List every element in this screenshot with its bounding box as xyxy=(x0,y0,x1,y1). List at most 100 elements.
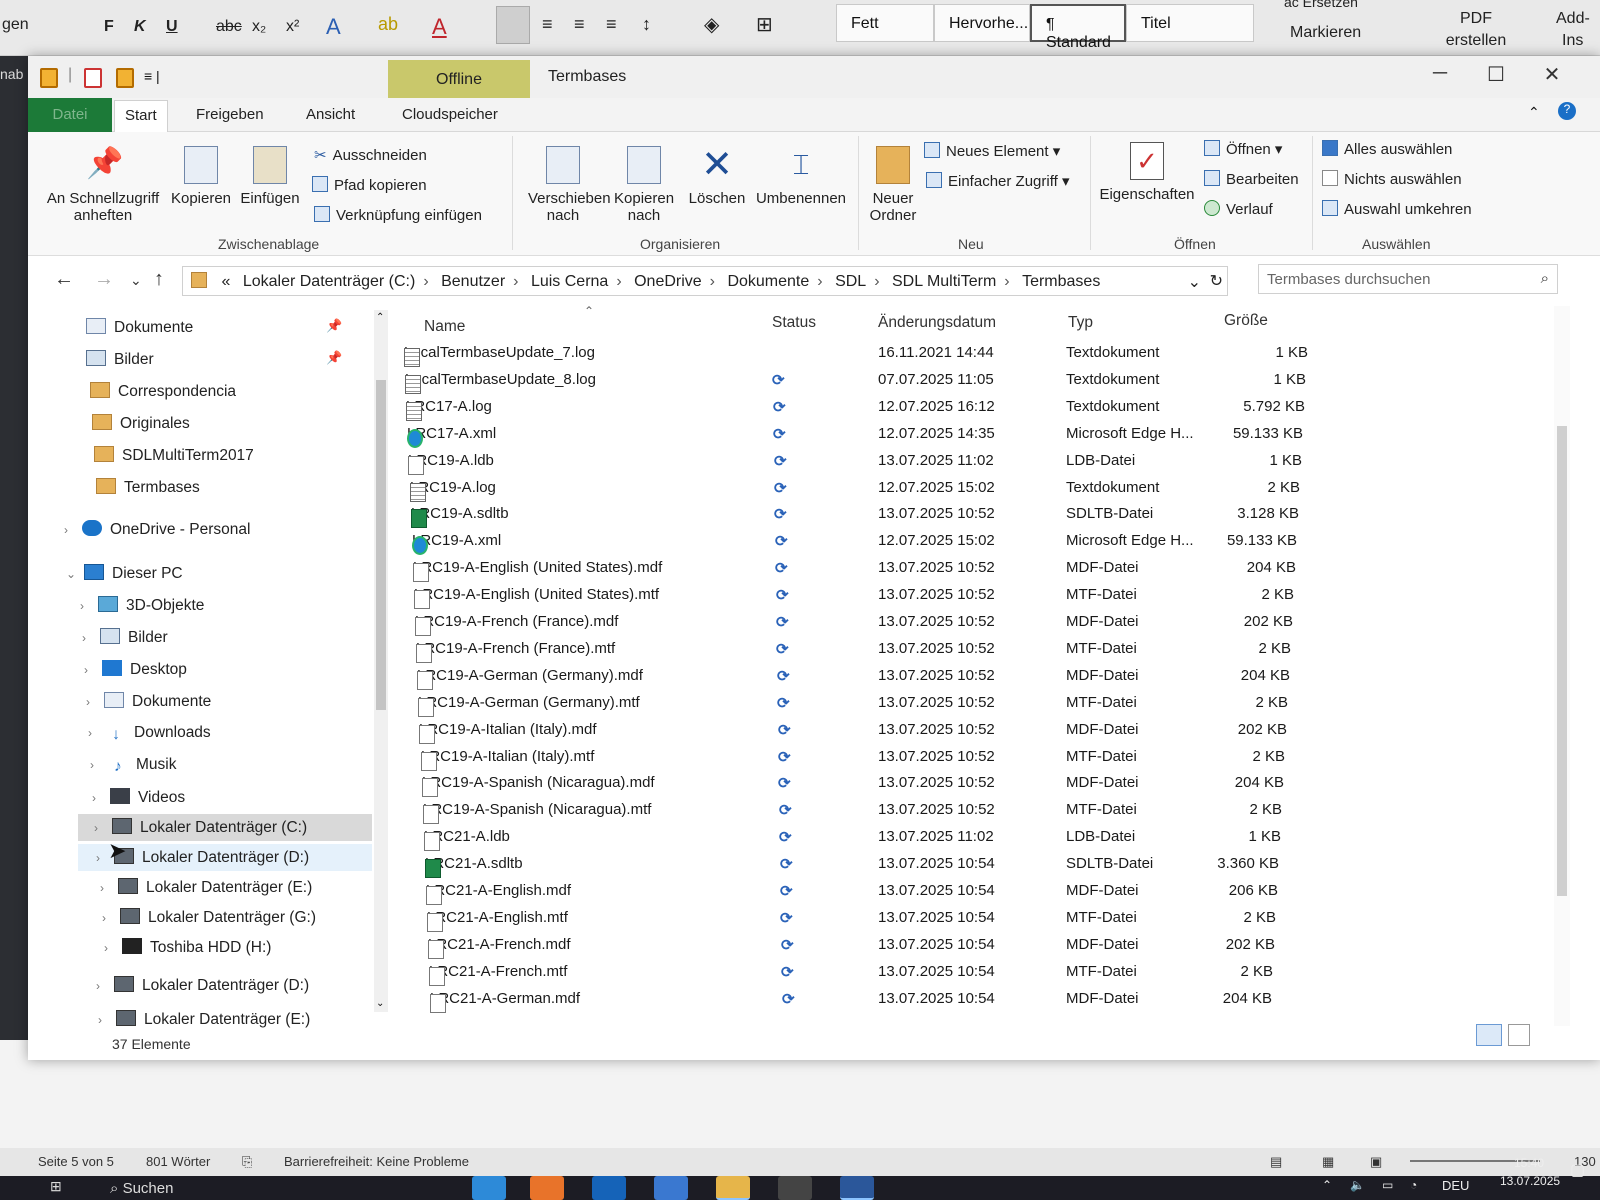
file-row[interactable]: LRC19-A.sdltb ⟳ 13.07.2025 10:52 SDLTB-Date… xyxy=(388,501,1538,529)
nav-item-originales[interactable]: Originales xyxy=(92,414,190,433)
battery-icon[interactable]: ▭ xyxy=(1382,1178,1393,1192)
file-row[interactable]: LRC19-A-German (Germany).mtf ⟳ 13.07.2025 … xyxy=(388,690,1538,717)
expand-chevron-icon[interactable]: › xyxy=(82,631,100,645)
delete-button[interactable]: ✕ Löschen xyxy=(686,146,748,207)
select-none-button[interactable]: Nichts auswählen xyxy=(1322,170,1462,188)
file-name-cell[interactable]: LRC17-A.xml xyxy=(407,425,496,448)
file-row[interactable]: LRC19-A-French (France).mdf ⟳ 13.07.2025 1… xyxy=(388,609,1538,636)
line-spacing-icon[interactable]: ↕ xyxy=(642,14,651,35)
breadcrumb-overflow[interactable]: « xyxy=(221,273,230,290)
file-name-cell[interactable]: LRC21-A-French.mtf xyxy=(429,963,567,986)
file-row[interactable]: LRC19-A-English (United States).mdf ⟳ 13.0… xyxy=(388,555,1538,583)
page-count[interactable]: Seite 5 von 5 xyxy=(38,1154,114,1169)
file-name-cell[interactable]: LRC19-A-Italian (Italy).mdf xyxy=(419,721,597,744)
copy-button[interactable]: Kopieren xyxy=(168,146,234,207)
file-name-cell[interactable]: LRC21-A-German.mdf xyxy=(430,990,580,1013)
calendar-icon[interactable] xyxy=(654,1176,688,1200)
file-name-cell[interactable]: LRC19-A.xml xyxy=(412,532,501,556)
file-row[interactable]: LRC19-A-Italian (Italy).mtf ⟳ 13.07.2025 1… xyxy=(388,744,1538,771)
clock-time[interactable]: 15:40 xyxy=(1514,1156,1544,1170)
invert-selection-button[interactable]: Auswahl umkehren xyxy=(1322,200,1472,218)
copy-path-button[interactable]: Pfad kopieren xyxy=(312,176,427,194)
column-header-name[interactable]: Name xyxy=(424,318,465,336)
word-count[interactable]: 801 Wörter xyxy=(146,1154,210,1169)
notification-icon[interactable]: ▢ xyxy=(1570,1160,1585,1180)
nav-item-downloads[interactable]: › ↓ Downloads xyxy=(88,724,211,743)
firefox-icon[interactable] xyxy=(530,1176,564,1200)
qa-dropdown-icon[interactable]: ≡ | xyxy=(144,68,160,84)
breadcrumb-chevron-icon[interactable]: › xyxy=(513,273,518,290)
offline-context-tab[interactable]: Offline xyxy=(388,60,530,98)
help-icon[interactable]: ? xyxy=(1558,102,1576,120)
file-name-cell[interactable]: LRC19-A-Italian (Italy).mtf xyxy=(421,748,594,771)
file-row[interactable]: LRC19-A-Spanish (Nicaragua).mdf ⟳ 13.07.20… xyxy=(388,770,1538,798)
word-icon[interactable] xyxy=(840,1176,874,1200)
file-name-cell[interactable]: LRC19-A.ldb xyxy=(408,452,494,475)
close-button[interactable]: ✕ xyxy=(1532,62,1572,90)
markieren-button[interactable]: Markieren xyxy=(1290,24,1361,42)
scroll-down-icon[interactable]: ⌄ xyxy=(376,998,384,1009)
file-row[interactable]: LocalTermbaseUpdate_7.log 16.11.2021 14:4… xyxy=(388,340,1538,367)
edit-button[interactable]: Bearbeiten xyxy=(1204,170,1299,188)
align-left-button[interactable] xyxy=(496,6,530,44)
folder-qa-icon[interactable] xyxy=(40,68,58,88)
cut-button[interactable]: ✂ Ausschneiden xyxy=(314,146,427,164)
file-name-cell[interactable]: LRC19-A-French (France).mtf xyxy=(416,640,615,663)
up-arrow-icon[interactable]: ↑ xyxy=(154,268,164,291)
file-explorer-icon[interactable] xyxy=(716,1176,750,1200)
recent-locations-chevron-icon[interactable]: ⌄ xyxy=(130,272,142,289)
file-row[interactable]: LRC21-A.sdltb ⟳ 13.07.2025 10:54 SDLTB-Date… xyxy=(388,851,1538,879)
addins-label-2[interactable]: Ins xyxy=(1562,32,1583,50)
clock-date[interactable]: 13.07.2025 xyxy=(1500,1174,1560,1188)
nav-item-bilder[interactable]: › Bilder xyxy=(82,628,168,647)
bold-button[interactable]: F xyxy=(104,18,114,36)
rename-button[interactable]: ⌶ Umbenennen xyxy=(752,146,850,207)
maximize-button[interactable]: ☐ xyxy=(1476,62,1516,90)
outlook-icon[interactable] xyxy=(592,1176,626,1200)
newfolder-qa-icon[interactable] xyxy=(116,68,134,88)
nav-item-videos[interactable]: › Videos xyxy=(92,788,185,807)
new-folder-button[interactable]: Neuer Ordner xyxy=(864,146,922,224)
nav-item-desktop[interactable]: › Desktop xyxy=(84,660,187,679)
paste-shortcut-button[interactable]: Verknüpfung einfügen xyxy=(314,206,482,224)
style-titel[interactable]: Titel xyxy=(1126,4,1254,42)
file-row[interactable]: LocalTermbaseUpdate_8.log ⟳ 07.07.2025 11:… xyxy=(388,367,1538,394)
file-row[interactable]: LRC21-A-French.mdf ⟳ 13.07.2025 10:54 MDF-D… xyxy=(388,932,1538,959)
align-right-icon[interactable]: ≡ xyxy=(574,14,585,35)
file-row[interactable]: LRC17-A.xml ⟳ 12.07.2025 14:35 Microsoft Ed… xyxy=(388,421,1538,448)
open-button[interactable]: Öffnen ▾ xyxy=(1204,140,1282,158)
underline-button[interactable]: U xyxy=(166,18,178,36)
expand-chevron-icon[interactable]: › xyxy=(100,881,118,895)
file-name-cell[interactable]: LRC19-A.log xyxy=(410,479,496,502)
expand-chevron-icon[interactable]: › xyxy=(64,523,82,537)
sort-ascending-icon[interactable]: ⌃ xyxy=(584,306,594,318)
scroll-up-icon[interactable]: ⌃ xyxy=(376,312,384,323)
file-row[interactable]: LRC19-A.ldb ⟳ 13.07.2025 11:02 LDB-Datei 1 K… xyxy=(388,448,1538,475)
new-item-button[interactable]: Neues Element ▾ xyxy=(924,142,1060,160)
file-name-cell[interactable]: LRC21-A-English.mtf xyxy=(427,909,568,932)
nav-scroll-thumb[interactable] xyxy=(376,380,386,710)
select-all-button[interactable]: Alles auswählen xyxy=(1322,140,1452,158)
read-mode-icon[interactable]: ▤ xyxy=(1270,1154,1282,1170)
easy-access-button[interactable]: Einfacher Zugriff ▾ xyxy=(926,172,1069,190)
nav-item-termbases[interactable]: Termbases xyxy=(96,478,200,497)
tab-start[interactable]: Start xyxy=(114,100,168,133)
nav-item-bilder-quick[interactable]: Bilder xyxy=(86,350,154,369)
highlight-icon[interactable]: ab xyxy=(378,14,398,35)
file-name-cell[interactable]: LRC19-A-German (Germany).mdf xyxy=(417,667,643,690)
addins-label[interactable]: Add- xyxy=(1556,10,1590,28)
tab-cloudspeicher[interactable]: Cloudspeicher xyxy=(392,106,508,123)
nav-item-dokumente[interactable]: › Dokumente xyxy=(86,692,211,711)
file-name-cell[interactable]: LocalTermbaseUpdate_8.log xyxy=(405,371,596,394)
strikethrough-button[interactable]: abc xyxy=(216,18,242,36)
nav-item-dokumente-quick[interactable]: Dokumente xyxy=(86,318,193,337)
nav-item-drive-c[interactable]: › Lokaler Datenträger (C:) xyxy=(78,814,372,841)
file-row[interactable]: LRC21-A-German.mdf ⟳ 13.07.2025 10:54 MDF-D… xyxy=(388,986,1538,1013)
file-name-cell[interactable]: LRC21-A-English.mdf xyxy=(426,882,571,905)
breadcrumb-chevron-icon[interactable]: › xyxy=(874,273,879,290)
pdf-label-1[interactable]: PDF xyxy=(1440,10,1512,28)
superscript-button[interactable]: x² xyxy=(286,18,299,36)
start-icon[interactable]: ⊞ xyxy=(50,1178,62,1195)
copy-to-button[interactable]: Kopieren nach xyxy=(608,146,680,224)
expand-chevron-icon[interactable]: › xyxy=(98,1013,116,1027)
